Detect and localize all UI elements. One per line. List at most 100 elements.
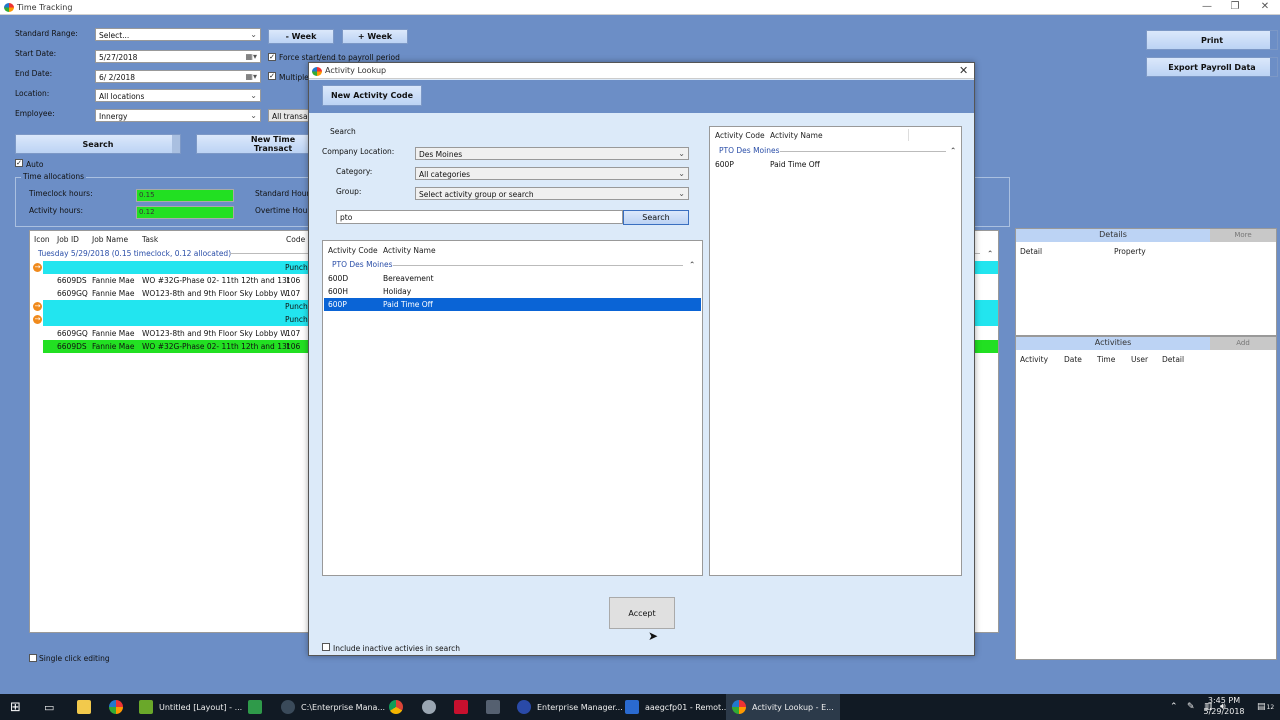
details-title: Details <box>1016 229 1210 242</box>
collapse-icon[interactable]: ⌃ <box>950 146 956 155</box>
start-date-picker[interactable]: 5/27/2018 ▦▾ <box>95 50 261 63</box>
tools-icon[interactable] <box>486 694 506 720</box>
single-click-checkbox[interactable] <box>29 654 37 662</box>
row-job-name: Fannie Mae <box>92 276 135 285</box>
pen-icon[interactable]: ✎ <box>1187 694 1195 720</box>
activity-hours-label: Activity hours: <box>29 206 84 215</box>
search-button[interactable]: Search <box>15 134 181 154</box>
standard-hours-label: Standard Hours: <box>255 189 317 198</box>
col-activity-code: Activity Code <box>715 131 765 140</box>
col-user: User <box>1131 355 1149 364</box>
activities-title: Activities <box>1016 337 1210 350</box>
more-button[interactable]: More <box>1210 229 1276 242</box>
results-group-header[interactable]: PTO Des Moines <box>332 260 393 269</box>
end-date-picker[interactable]: 6/ 2/2018 ▦▾ <box>95 70 261 83</box>
accept-button[interactable]: Accept <box>609 597 675 629</box>
new-activity-code-label: New Activity Code <box>330 91 414 100</box>
task-view-icon[interactable]: ▭ <box>44 694 54 720</box>
minimize-icon[interactable]: — <box>1192 1 1222 12</box>
new-time-transaction-button[interactable]: New Time Transact <box>196 134 310 154</box>
clock-date[interactable]: 5/29/2018 <box>1200 707 1248 716</box>
include-inactive-label: Include inactive activies in search <box>333 644 461 653</box>
transactions-select[interactable]: All transacti <box>268 109 310 122</box>
day-group-header[interactable]: Tuesday 5/29/2018 (0.15 timeclock, 0.12 … <box>38 249 231 258</box>
clock-time[interactable]: 3:45 PM <box>1200 696 1248 705</box>
list-item-selected[interactable]: 600P Paid Time Off <box>324 298 701 311</box>
taskbar-item-remote[interactable]: aaegcfp01 - Remot... <box>625 694 729 720</box>
company-location-value: Des Moines <box>419 150 463 159</box>
activity-search-button-label: Search <box>642 213 670 222</box>
app-logo-icon[interactable] <box>109 694 129 720</box>
add-activity-button[interactable]: Add <box>1210 337 1276 350</box>
taskbar-item-activity-lookup[interactable]: Activity Lookup - E... <box>726 694 840 720</box>
category-label: Category: <box>336 167 373 176</box>
auto-checkbox[interactable]: ✓ <box>15 159 23 167</box>
close-icon[interactable]: ✕ <box>959 64 968 77</box>
list-item[interactable]: 600H Holiday <box>324 285 701 298</box>
col-activity-name: Activity Name <box>770 131 823 140</box>
activity-results-list[interactable]: Activity Code Activity Name PTO Des Moin… <box>322 240 703 576</box>
col-job-id: Job ID <box>57 235 79 244</box>
employee-value: Innergy <box>99 112 128 121</box>
print-label: Print <box>1200 35 1224 45</box>
activity-search-input[interactable]: pto <box>336 210 623 224</box>
selected-activities-list[interactable]: Activity Code Activity Name PTO Des Moin… <box>709 126 962 576</box>
close-icon[interactable]: ✕ <box>1250 1 1280 12</box>
windows-start-icon[interactable]: ⊞ <box>10 694 21 720</box>
force-payroll-label: Force start/end to payroll period <box>279 53 400 62</box>
export-payroll-button[interactable]: Export Payroll Data <box>1146 57 1278 77</box>
minus-week-button[interactable]: - Week <box>268 29 334 44</box>
snipping-tool-icon[interactable] <box>422 694 442 720</box>
group-divider <box>780 151 946 152</box>
plus-week-button[interactable]: + Week <box>342 29 408 44</box>
employee-select[interactable]: Innergy ⌄ <box>95 109 261 122</box>
restore-icon[interactable]: ❐ <box>1220 1 1250 12</box>
activity-search-button[interactable]: Search <box>623 210 689 225</box>
file-explorer-icon[interactable] <box>77 694 97 720</box>
column-divider <box>908 129 909 141</box>
selected-group-header[interactable]: PTO Des Moines <box>719 146 780 155</box>
row-task: WO #32G-Phase 02- 11th 12th and 13t <box>142 342 290 351</box>
list-item[interactable]: 600D Bereavement <box>324 272 701 285</box>
mouse-cursor-icon: ➤ <box>648 629 659 643</box>
row-job-name: Fannie Mae <box>92 342 135 351</box>
multiple-days-checkbox[interactable]: ✓ <box>268 72 276 80</box>
collapse-icon[interactable]: ⌃ <box>689 260 695 269</box>
taskbar-item-enterprise-manager[interactable]: Enterprise Manager... <box>517 694 623 720</box>
row-task: WO #32G-Phase 02- 11th 12th and 13t <box>142 276 290 285</box>
taskbar-item-enterprise-path[interactable]: C:\Enterprise Mana... <box>281 694 385 720</box>
print-button[interactable]: Print <box>1146 30 1278 50</box>
row-code: 106 <box>286 342 301 351</box>
include-inactive-checkbox[interactable] <box>322 643 330 651</box>
punch-arrow-icon: → <box>33 315 42 324</box>
group-select[interactable]: Select activity group or search ⌄ <box>415 187 689 200</box>
auto-label: Auto <box>26 160 44 169</box>
excel-icon[interactable] <box>248 694 268 720</box>
col-job-name: Job Name <box>92 235 129 244</box>
group-divider <box>393 265 683 266</box>
search-button-label: Search <box>82 139 114 149</box>
list-item[interactable]: 600P Paid Time Off <box>711 158 961 171</box>
force-payroll-checkbox[interactable]: ✓ <box>268 53 276 61</box>
calendar-icon: ▦▾ <box>245 72 257 81</box>
timeclock-hours-value: 0.15 <box>136 189 234 202</box>
company-location-select[interactable]: Des Moines ⌄ <box>415 147 689 160</box>
chrome-icon[interactable] <box>389 694 409 720</box>
col-detail: Detail <box>1020 247 1043 256</box>
collapse-icon[interactable]: ⌃ <box>987 249 993 258</box>
autocad-icon[interactable] <box>454 694 474 720</box>
notification-icon[interactable]: ▤ 12 <box>1257 694 1274 720</box>
category-select[interactable]: All categories ⌄ <box>415 167 689 180</box>
app-titlebar: Time Tracking — ❐ ✕ <box>0 0 1280 15</box>
taskbar-item-layout[interactable]: Untitled [Layout] - ... <box>139 694 242 720</box>
new-activity-code-button[interactable]: New Activity Code <box>322 85 422 106</box>
location-label: Location: <box>15 89 50 98</box>
location-value: All locations <box>99 92 145 101</box>
col-activity: Activity <box>1020 355 1049 364</box>
standard-range-select[interactable]: Select... ⌄ <box>95 28 261 41</box>
taskbar: ⊞ ▭ Untitled [Layout] - ... C:\Enterpris… <box>0 694 1280 720</box>
chevron-up-icon[interactable]: ⌃ <box>1170 694 1178 720</box>
row-job-id: 6609DS <box>57 342 87 351</box>
punch-arrow-icon: → <box>33 302 42 311</box>
location-select[interactable]: All locations ⌄ <box>95 89 261 102</box>
